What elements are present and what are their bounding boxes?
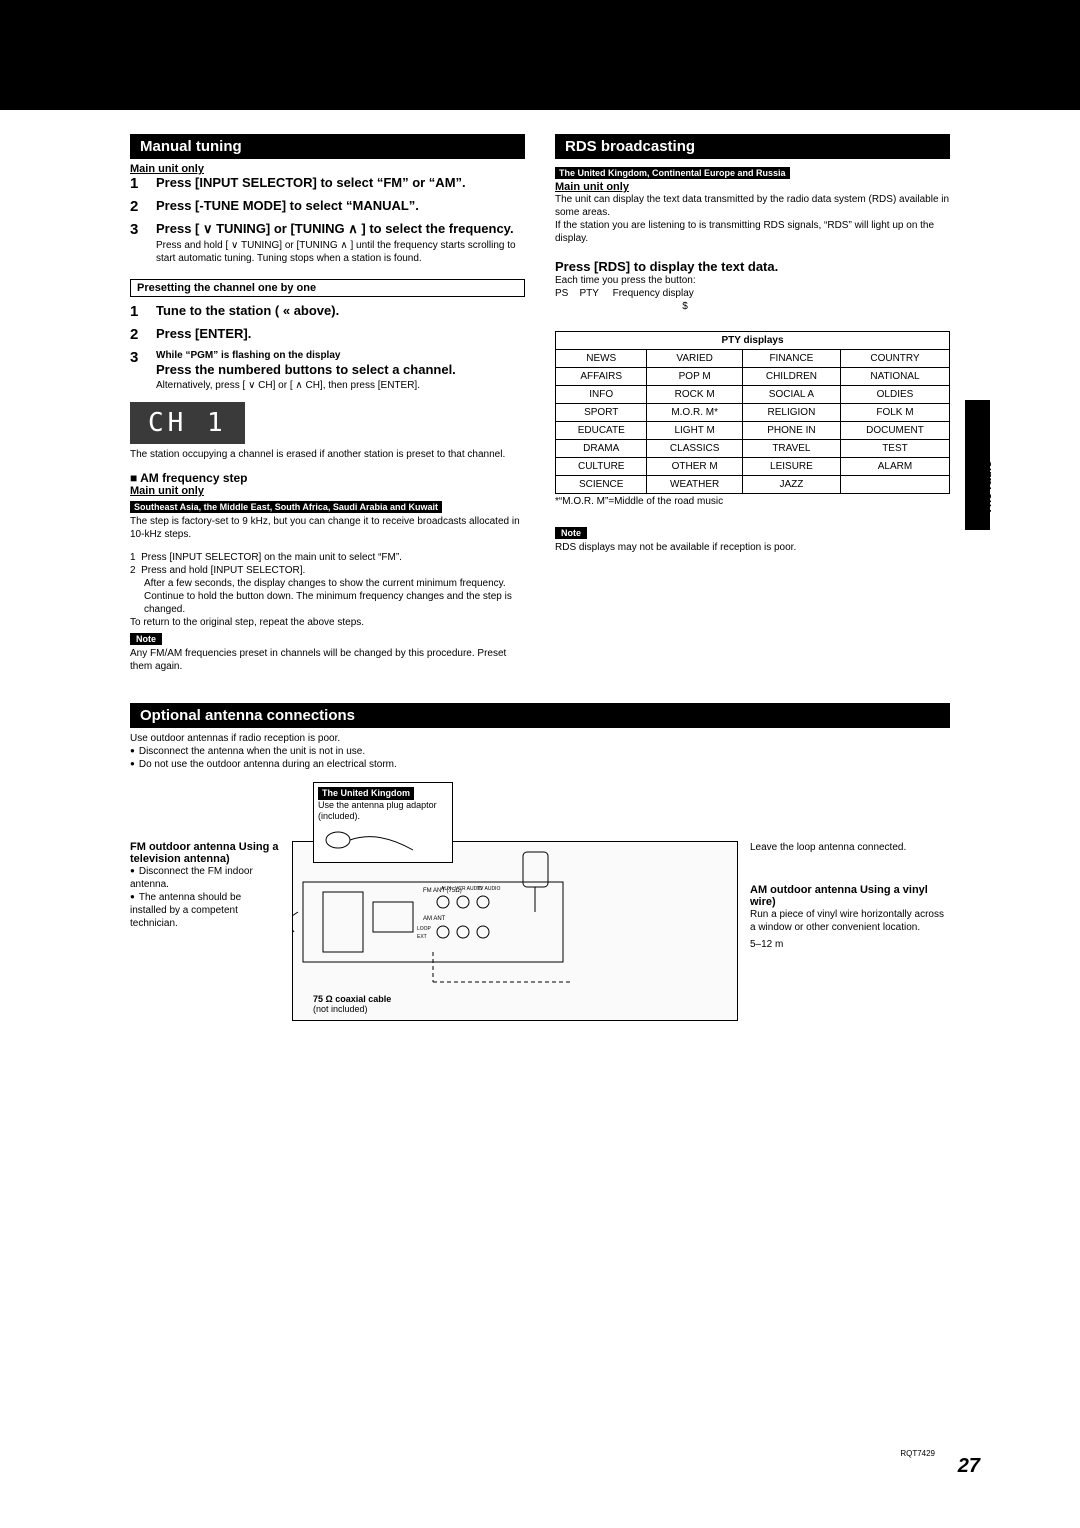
pty-title: PTY displays: [556, 332, 950, 350]
top-black-bar: [0, 0, 1080, 110]
preset-step-3: Press the numbered buttons to select a c…: [156, 362, 525, 377]
am-antenna-block: Leave the loop antenna connected. AM out…: [750, 841, 950, 1021]
heading-manual-tuning: Manual tuning: [130, 134, 525, 159]
heading-rds: RDS broadcasting: [555, 134, 950, 159]
doc-id: RQT7429: [900, 1449, 935, 1458]
preset-steps: 1Tune to the station ( « above). 2Press …: [130, 303, 525, 392]
step-2-title: Press [-TUNE MODE] to select “MANUAL”.: [156, 198, 525, 213]
antenna-intro: Use outdoor antennas if radio reception …: [130, 732, 950, 745]
page-number: 27: [958, 1455, 980, 1478]
antenna-intro-b2: Do not use the outdoor antenna during an…: [130, 758, 950, 771]
antenna-diagram: The United Kingdom Use the antenna plug …: [292, 841, 738, 1021]
note-badge-1: Note: [130, 633, 162, 645]
am-head: AM outdoor antenna Using a vinyl wire): [750, 884, 950, 908]
preset-step-3-pre: While “PGM” is flashing on the display: [156, 349, 525, 362]
right-column: RDS broadcasting The United Kingdom, Con…: [555, 134, 950, 673]
preset-after-text: The station occupying a channel is erase…: [130, 448, 525, 461]
region-am-badge: Southeast Asia, the Middle East, South A…: [130, 501, 442, 513]
region-uk-badge: The United Kingdom: [318, 787, 414, 800]
rds-note: RDS displays may not be available if rec…: [555, 541, 950, 554]
svg-text:LOOP: LOOP: [417, 926, 432, 932]
rds-arrow: $: [555, 300, 815, 313]
note-badge-2: Note: [555, 527, 587, 539]
am-p: Run a piece of vinyl wire horizontally a…: [750, 908, 950, 934]
preset-step-1: Tune to the station ( « above).: [156, 303, 525, 318]
svg-text:AM ANT: AM ANT: [423, 916, 446, 922]
fm-antenna-block: FM outdoor antenna Using a television an…: [130, 841, 280, 1021]
step-1-title: Press [INPUT SELECTOR] to select “FM” or…: [156, 175, 525, 190]
loop-text: Leave the loop antenna connected.: [750, 841, 950, 854]
step-3-title: Press [ ∨ TUNING] or [TUNING ∧ ] to sele…: [156, 221, 525, 237]
preset-subhead: Presetting the channel one by one: [130, 279, 525, 297]
am-freq-note: Any FM/AM frequencies preset in channels…: [130, 647, 525, 673]
fm-head: FM outdoor antenna Using a television an…: [130, 841, 280, 865]
preset-step-3-sub: Alternatively, press [ ∨ CH] or [ ∧ CH],…: [156, 379, 525, 392]
page-content: Manual tuning Main unit only 1Press [INP…: [0, 110, 1080, 1041]
main-unit-only-label-3: Main unit only: [555, 181, 950, 193]
am-freq-p2: To return to the original step, repeat t…: [130, 616, 525, 629]
uk-callout-text: Use the antenna plug adaptor (included).: [318, 800, 437, 821]
svg-text:TV AUDIO: TV AUDIO: [477, 886, 500, 892]
main-unit-only-label: Main unit only: [130, 163, 525, 175]
am-freq-head: AM frequency step: [130, 471, 525, 485]
rds-cycle: PS PTY Frequency display: [555, 287, 950, 300]
rds-press-head: Press [RDS] to display the text data.: [555, 259, 950, 274]
rds-intro2: If the station you are listening to is t…: [555, 219, 950, 245]
page: The radio Manual tuning Main unit only 1…: [0, 0, 1080, 1528]
rds-intro1: The unit can display the text data trans…: [555, 193, 950, 219]
fm-b2: The antenna should be installed by a com…: [130, 891, 280, 930]
main-unit-only-label-2: Main unit only: [130, 485, 525, 497]
step-3-sub: Press and hold [ ∨ TUNING] or [TUNING ∧ …: [156, 239, 525, 265]
heading-antenna: Optional antenna connections: [130, 703, 950, 728]
am-len: 5–12 m: [750, 938, 950, 951]
antenna-intro-bullets: Disconnect the antenna when the unit is …: [130, 745, 950, 771]
region-rds-badge: The United Kingdom, Continental Europe a…: [555, 167, 790, 179]
am-freq-li2: 2 Press and hold [INPUT SELECTOR].: [130, 564, 525, 577]
plug-icon: [318, 825, 418, 855]
am-freq-p1: The step is factory-set to 9 kHz, but yo…: [130, 515, 525, 541]
uk-callout: The United Kingdom Use the antenna plug …: [313, 782, 453, 863]
antenna-intro-b1: Disconnect the antenna when the unit is …: [130, 745, 950, 758]
am-freq-li2-sub: After a few seconds, the display changes…: [130, 577, 525, 616]
preset-step-2: Press [ENTER].: [156, 326, 525, 341]
rds-each: Each time you press the button:: [555, 274, 950, 287]
am-freq-li1: 1 Press [INPUT SELECTOR] on the main uni…: [130, 551, 525, 564]
manual-tuning-steps: 1Press [INPUT SELECTOR] to select “FM” o…: [130, 175, 525, 265]
fm-b1: Disconnect the FM indoor antenna.: [130, 865, 280, 891]
left-column: Manual tuning Main unit only 1Press [INP…: [130, 134, 525, 673]
coax-label: 75 Ω coaxial cable(not included): [313, 994, 391, 1014]
svg-text:EXT: EXT: [417, 934, 427, 940]
pty-body: NEWSVARIEDFINANCECOUNTRY AFFAIRSPOP MCHI…: [556, 350, 950, 494]
pty-table: PTY displays NEWSVARIEDFINANCECOUNTRY AF…: [555, 331, 950, 494]
svg-text:AUX: AUX: [441, 886, 452, 892]
pty-footnote: *“M.O.R. M”=Middle of the road music: [555, 496, 950, 507]
channel-display: CH 1: [130, 402, 245, 444]
